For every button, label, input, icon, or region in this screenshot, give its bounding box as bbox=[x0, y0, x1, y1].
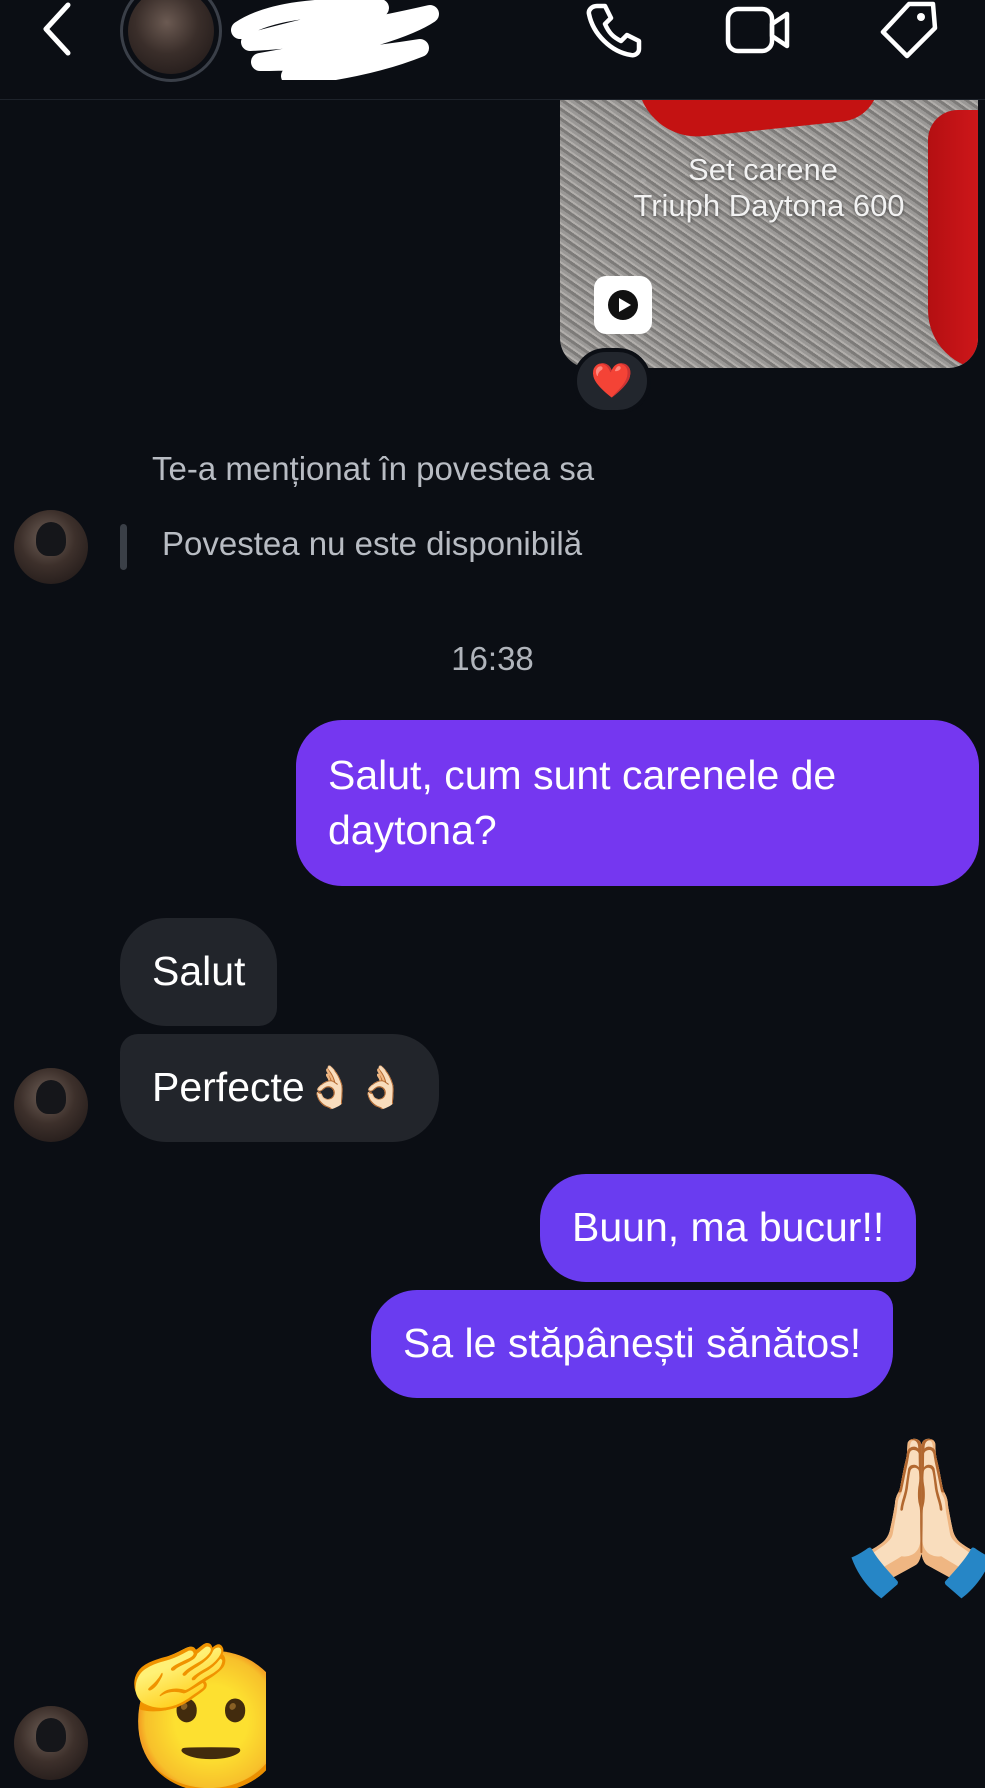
mention-notice: Te-a menționat în povestea sa bbox=[152, 450, 595, 487]
back-button[interactable] bbox=[32, 0, 82, 58]
avatar[interactable] bbox=[14, 510, 88, 584]
message-text: Salut, cum sunt carenele de daytona? bbox=[328, 752, 837, 853]
story-unavailable-text: Povestea nu este disponibilă bbox=[162, 525, 583, 562]
avatar[interactable] bbox=[14, 1068, 88, 1142]
chat-screen: t Set carene Triuph Daytona 600 ❤️ Te-a … bbox=[0, 0, 985, 1788]
message-text: Salut bbox=[152, 948, 246, 994]
message-bubble-outgoing[interactable]: Buun, ma bucur!! bbox=[540, 1174, 917, 1282]
red-fairing-shape bbox=[637, 100, 883, 143]
message-bubble-incoming[interactable]: Salut bbox=[120, 918, 278, 1026]
chat-header: t bbox=[0, 0, 985, 100]
red-fairing-shape bbox=[928, 110, 978, 368]
story-preview[interactable]: Set carene Triuph Daytona 600 bbox=[560, 100, 978, 368]
quote-bar bbox=[120, 524, 127, 570]
message-bubble-outgoing[interactable]: Sa le stăpânești sănătos! bbox=[371, 1290, 894, 1398]
tag-icon bbox=[880, 1, 938, 59]
saluting-face-emoji: 🫡 bbox=[126, 1642, 266, 1788]
redaction-scribble bbox=[231, 0, 439, 80]
back-icon bbox=[43, 2, 71, 56]
timestamp: 16:38 bbox=[451, 640, 534, 677]
avatar[interactable] bbox=[14, 1706, 88, 1780]
message-bubble-outgoing[interactable]: Salut, cum sunt carenele de daytona? bbox=[296, 720, 979, 886]
message-text: Sa le stăpânești sănătos! bbox=[403, 1320, 862, 1366]
tag-button[interactable] bbox=[876, 0, 942, 60]
phone-icon bbox=[586, 3, 642, 58]
story-caption-line2: Triuph Daytona 600 bbox=[633, 188, 905, 223]
story-caption-line1: Set carene bbox=[688, 152, 838, 187]
heart-reaction[interactable]: ❤️ bbox=[573, 348, 651, 414]
play-button[interactable] bbox=[594, 276, 652, 334]
praying-hands-emoji[interactable]: 🙏🏻 bbox=[828, 1440, 985, 1590]
message-bubble-incoming[interactable]: Perfecte👌🏻👌🏻 bbox=[120, 1034, 439, 1142]
heart-icon: ❤️ bbox=[590, 362, 634, 400]
contact-avatar[interactable] bbox=[120, 0, 222, 82]
salute-emoji-message[interactable]: 🫡 bbox=[126, 1638, 266, 1788]
video-camera-icon bbox=[725, 6, 790, 54]
message-text: Perfecte👌🏻👌🏻 bbox=[152, 1064, 407, 1110]
message-text: Buun, ma bucur!! bbox=[572, 1204, 885, 1250]
video-call-button[interactable] bbox=[722, 0, 794, 60]
call-button[interactable] bbox=[580, 0, 646, 60]
play-icon bbox=[608, 290, 638, 320]
